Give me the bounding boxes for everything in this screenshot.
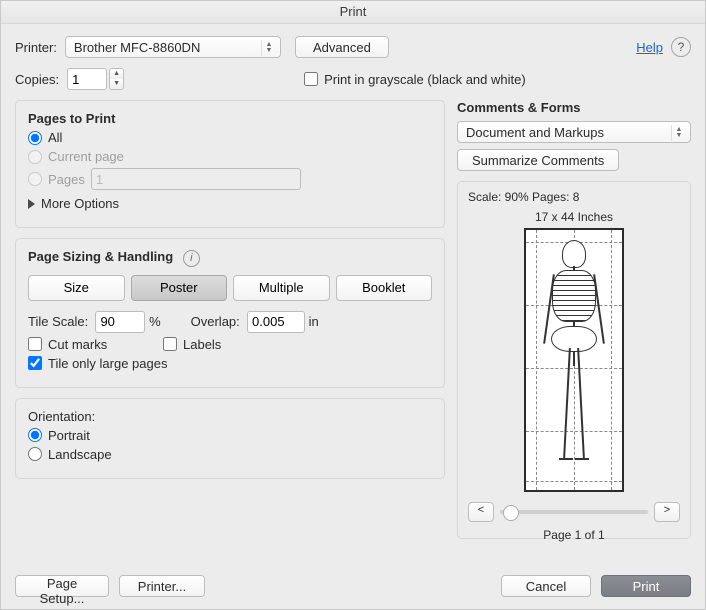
- comments-select-value: Document and Markups: [466, 125, 604, 140]
- copies-label: Copies:: [15, 72, 59, 87]
- comments-select[interactable]: Document and Markups ▲▼: [457, 121, 691, 143]
- skeleton-skull-icon: [562, 240, 586, 268]
- tile-only-checkbox[interactable]: [28, 356, 42, 370]
- preview-paper: [524, 228, 624, 492]
- updown-icon: ▲▼: [671, 125, 686, 141]
- booklet-button[interactable]: Booklet: [336, 275, 433, 301]
- multiple-button[interactable]: Multiple: [233, 275, 330, 301]
- copies-input[interactable]: [67, 68, 107, 90]
- printer-settings-button[interactable]: Printer...: [119, 575, 205, 597]
- skeleton-leg-icon: [577, 348, 585, 458]
- print-dialog: Print Printer: Brother MFC-8860DN ▲▼ Adv…: [0, 0, 706, 610]
- grayscale-checkbox[interactable]: [304, 72, 318, 86]
- cancel-button[interactable]: Cancel: [501, 575, 591, 597]
- copies-stepper[interactable]: ▲▼: [67, 68, 124, 90]
- preview-panel: Scale: 90% Pages: 8 17 x 44 Inches: [457, 181, 691, 539]
- help-link[interactable]: Help: [636, 40, 663, 55]
- next-page-button[interactable]: >: [654, 502, 680, 522]
- prev-page-button[interactable]: <: [468, 502, 494, 522]
- size-button[interactable]: Size: [28, 275, 125, 301]
- tile-only-label: Tile only large pages: [48, 356, 167, 371]
- portrait-radio[interactable]: [28, 428, 42, 442]
- labels-checkbox[interactable]: [163, 337, 177, 351]
- pages-all-radio[interactable]: [28, 131, 42, 145]
- pages-current-label: Current page: [48, 149, 124, 164]
- tile-scale-input[interactable]: [95, 311, 145, 333]
- overlap-label: Overlap:: [191, 314, 240, 329]
- printer-select[interactable]: Brother MFC-8860DN ▲▼: [65, 36, 281, 58]
- updown-icon: ▲▼: [261, 40, 276, 56]
- preview-zoom-slider[interactable]: [500, 510, 648, 514]
- poster-button[interactable]: Poster: [131, 275, 228, 301]
- tile-scale-label: Tile Scale:: [28, 314, 88, 329]
- cutmarks-checkbox[interactable]: [28, 337, 42, 351]
- sizing-panel: Page Sizing & Handling i Size Poster Mul…: [15, 238, 445, 388]
- cutmarks-label: Cut marks: [48, 337, 163, 352]
- orientation-panel: Orientation: Portrait Landscape: [15, 398, 445, 479]
- stepper-arrows-icon[interactable]: ▲▼: [109, 68, 124, 90]
- skeleton-pelvis-icon: [551, 326, 597, 352]
- portrait-label: Portrait: [48, 428, 90, 443]
- window-title: Print: [1, 1, 705, 24]
- overlap-input[interactable]: [247, 311, 305, 333]
- in-label: in: [309, 314, 319, 329]
- skeleton-leg-icon: [563, 348, 571, 458]
- percent-label: %: [149, 314, 161, 329]
- scale-pages-text: Scale: 90% Pages: 8: [468, 190, 680, 204]
- page-of-text: Page 1 of 1: [468, 528, 680, 542]
- sizing-heading: Page Sizing & Handling: [28, 249, 173, 264]
- pages-current-radio: [28, 150, 42, 164]
- more-options[interactable]: More Options: [41, 196, 119, 211]
- pages-to-print-panel: Pages to Print All Current page Pages: [15, 100, 445, 228]
- advanced-button[interactable]: Advanced: [295, 36, 389, 58]
- skeleton-ribs-icon: [552, 270, 596, 322]
- orientation-heading: Orientation:: [28, 409, 432, 424]
- printer-label: Printer:: [15, 40, 57, 55]
- landscape-label: Landscape: [48, 447, 112, 462]
- page-setup-button[interactable]: Page Setup...: [15, 575, 109, 597]
- pages-range-radio: [28, 172, 42, 186]
- landscape-radio[interactable]: [28, 447, 42, 461]
- comments-heading: Comments & Forms: [457, 100, 581, 115]
- skeleton-foot-icon: [575, 458, 589, 460]
- summarize-button[interactable]: Summarize Comments: [457, 149, 619, 171]
- printer-value: Brother MFC-8860DN: [74, 40, 200, 55]
- labels-label: Labels: [183, 337, 221, 352]
- disclosure-triangle-icon[interactable]: [28, 199, 35, 209]
- info-icon[interactable]: i: [183, 250, 200, 267]
- print-button[interactable]: Print: [601, 575, 691, 597]
- grayscale-label: Print in grayscale (black and white): [324, 72, 526, 87]
- pages-range-label: Pages: [48, 172, 85, 187]
- pages-range-input: [91, 168, 301, 190]
- dimensions-text: 17 x 44 Inches: [468, 210, 680, 224]
- help-icon[interactable]: ?: [671, 37, 691, 57]
- skeleton-foot-icon: [559, 458, 573, 460]
- slider-thumb[interactable]: [503, 505, 519, 521]
- pages-all-label: All: [48, 130, 62, 145]
- pages-heading: Pages to Print: [28, 111, 432, 126]
